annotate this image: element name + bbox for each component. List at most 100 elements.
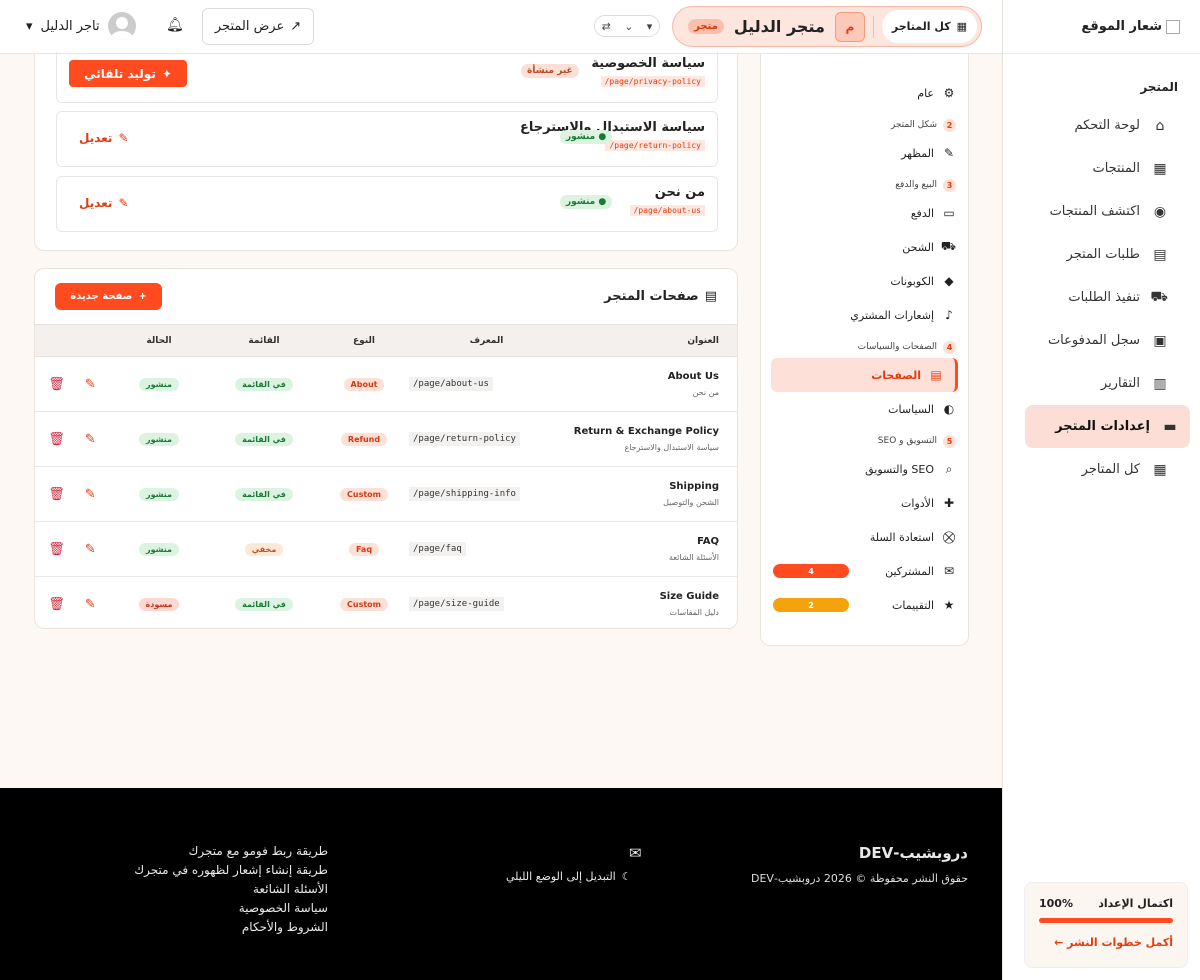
sidebar-item-5[interactable]: ▣ سجل المدفوعات [1025,319,1190,362]
page-subtitle: من نحن [692,388,719,397]
policies-panel: سياسة الخصوصية page/privacy-policy/غير من… [34,52,738,251]
footer-link[interactable]: الشروط والأحكام [124,918,328,937]
footer-link[interactable]: الأسئلة الشائعة [124,880,328,899]
receipt-icon: ▤ [1153,246,1167,263]
magic-wand-icon: ✦ [161,66,172,81]
cell-status: مسودة [109,576,209,628]
policy-status-badge: ● منشور [560,130,613,144]
new-page-button[interactable]: + صفحة جديدة [55,283,162,310]
moon-icon: ☾ [621,870,632,883]
edit-icon: ✎ [118,131,129,145]
site-logo[interactable]: شعار الموقع [1003,0,1200,54]
tags-icon: ◆ [944,274,954,288]
edit-icon[interactable]: ✎ [85,597,96,612]
pages-title: ▤ صفحات المتجر [604,289,717,304]
envelope-icon[interactable]: ✉ [629,844,642,862]
edit-icon[interactable]: ✎ [85,542,96,557]
grid-icon: ▦ [1153,461,1167,478]
user-menu[interactable]: تاجر الدليل ▾ [26,12,136,40]
store-switcher[interactable]: ▦ كل المتاجر م متجر الدليل متجر [672,6,982,47]
page-slug: page/about-us/ [409,377,493,391]
complete-publish-steps-link[interactable]: أكمل خطوات النشر ← [1054,936,1173,949]
status-badge: منشور [139,542,179,556]
settings-item-cart[interactable]: ⛒ استعادة السلة [761,520,968,554]
footer-link[interactable]: طريقة إنشاء إشعار لظهوره في متجرك [124,861,328,880]
auto-generate-button[interactable]: ✦ توليد تلقائي [69,60,187,87]
setup-progress-bar [1039,918,1173,923]
sidebar-item-7[interactable]: ▬ إعدادات المتجر [1025,405,1190,448]
sidebar-item-6[interactable]: ▥ التقارير [1025,362,1190,405]
settings-item-tags[interactable]: ◆ الكوبونات [761,264,968,298]
footer-link[interactable]: سياسة الخصوصية [124,899,328,918]
cell-status: منشور [109,356,209,412]
settings-item-brush[interactable]: ✎ المظهر [761,136,968,170]
user-avatar [107,12,136,40]
sidebar-item-label: اكتشف المنتجات [1049,204,1140,219]
page-subtitle: سياسة الاستبدال والاسترجاع [624,443,719,452]
footer-link[interactable]: طريقة ربط فومو مع متجرك [124,842,328,861]
trash-icon[interactable]: 🗑︎ [48,432,65,447]
dark-mode-toggle[interactable]: ☾ التبديل إلى الوضع الليلي [506,870,632,883]
settings-item-search[interactable]: ⌕ SEO والتسويق [761,452,968,486]
policy-status-badge: ● منشور [560,195,613,209]
cell-status: منشور [109,521,209,577]
view-store-button[interactable]: ↗ عرض المتجر [202,8,314,45]
menu-visibility-badge: في القائمة [235,377,293,391]
settings-item-credit-card[interactable]: ▭ الدفع [761,196,968,230]
edit-icon[interactable]: ✎ [85,432,96,447]
truck-icon: ⛟ [1150,288,1168,305]
settings-group-0 [761,54,968,76]
cell-type: Custom [319,576,409,628]
trash-icon[interactable]: 🗑︎ [48,542,65,557]
count-badge: 4 [773,564,849,578]
search-icon: ⌕ [945,461,953,476]
settings-item-shield[interactable]: ◐ السياسات [761,392,968,426]
trash-icon[interactable]: 🗑︎ [48,597,65,612]
notifications-bell-icon[interactable]: 🔔︎ [166,17,184,33]
sidebar-item-1[interactable]: ▦ المنتجات [1025,147,1190,190]
sidebar-item-2[interactable]: ◉ اكتشف المنتجات [1025,190,1190,233]
sidebar-item-8[interactable]: ▦ كل المتاجر [1025,448,1190,491]
settings-item-puzzle[interactable]: ✚ الأدوات [761,486,968,520]
cart-icon: ⛒ [942,529,956,544]
settings-item-envelope[interactable]: ✉ المشتركين 4 [761,554,968,588]
settings-item-gear[interactable]: ⚙ عام [761,76,968,110]
edit-policy-button[interactable]: ✎ تعديل [79,131,129,145]
trash-icon[interactable]: 🗑︎ [48,487,65,502]
settings-item-truck[interactable]: ⛟ الشحن [761,230,968,264]
settings-item-bell[interactable]: ♪ إشعارات المشتري [761,298,968,332]
all-stores-label: كل المتاجر [891,20,951,33]
pages-title-text: صفحات المتجر [604,289,699,304]
cell-type: Refund [319,411,409,467]
page-slug: page/size-guide/ [409,597,504,611]
settings-item-label: الشحن [902,240,934,254]
cell-actions: ✎ 🗑︎ [35,356,109,412]
sidebar-item-4[interactable]: ⛟ تنفيذ الطلبات [1025,276,1190,319]
row-actions: ✎ 🗑︎ [35,377,109,392]
sidebar-item-3[interactable]: ▤ طلبات المتجر [1025,233,1190,276]
page-title: About Us [667,371,719,382]
settings-item-label: SEO والتسويق [865,462,934,476]
check-circle-icon: ● [595,197,607,207]
edit-policy-button[interactable]: ✎ تعديل [79,196,129,210]
edit-icon[interactable]: ✎ [85,487,96,502]
sidebar-item-label: كل المتاجر [1081,462,1140,477]
all-stores-button[interactable]: ▦ كل المتاجر [881,10,977,43]
settings-item-file[interactable]: ▤ الصفحات [771,358,958,392]
store-badge: متجر [688,19,724,34]
settings-item-star[interactable]: ★ التقييمات 2 [761,588,968,622]
new-page-label: صفحة جديدة [70,291,133,302]
trash-icon[interactable]: 🗑︎ [48,377,65,392]
sidebar-item-0[interactable]: ⌂ لوحة التحكم [1025,104,1190,147]
swap-icon: ⇄ [601,19,611,33]
edit-icon[interactable]: ✎ [85,377,96,392]
auto-generate-label: توليد تلقائي [84,66,156,81]
group-number: 3 [943,178,956,192]
policy-status-badge: غير منشأة [521,64,579,78]
row-actions: ✎ 🗑︎ [35,597,109,612]
menu-visibility-badge: مخفي [244,542,284,556]
plus-icon: + [138,291,147,302]
grid-icon: ▦ [956,20,967,33]
store-swap-dropdown[interactable]: ⇄ ⌄ ▾ [594,15,660,37]
cell-title: Shipping الشحن والتوصيل [564,466,737,522]
